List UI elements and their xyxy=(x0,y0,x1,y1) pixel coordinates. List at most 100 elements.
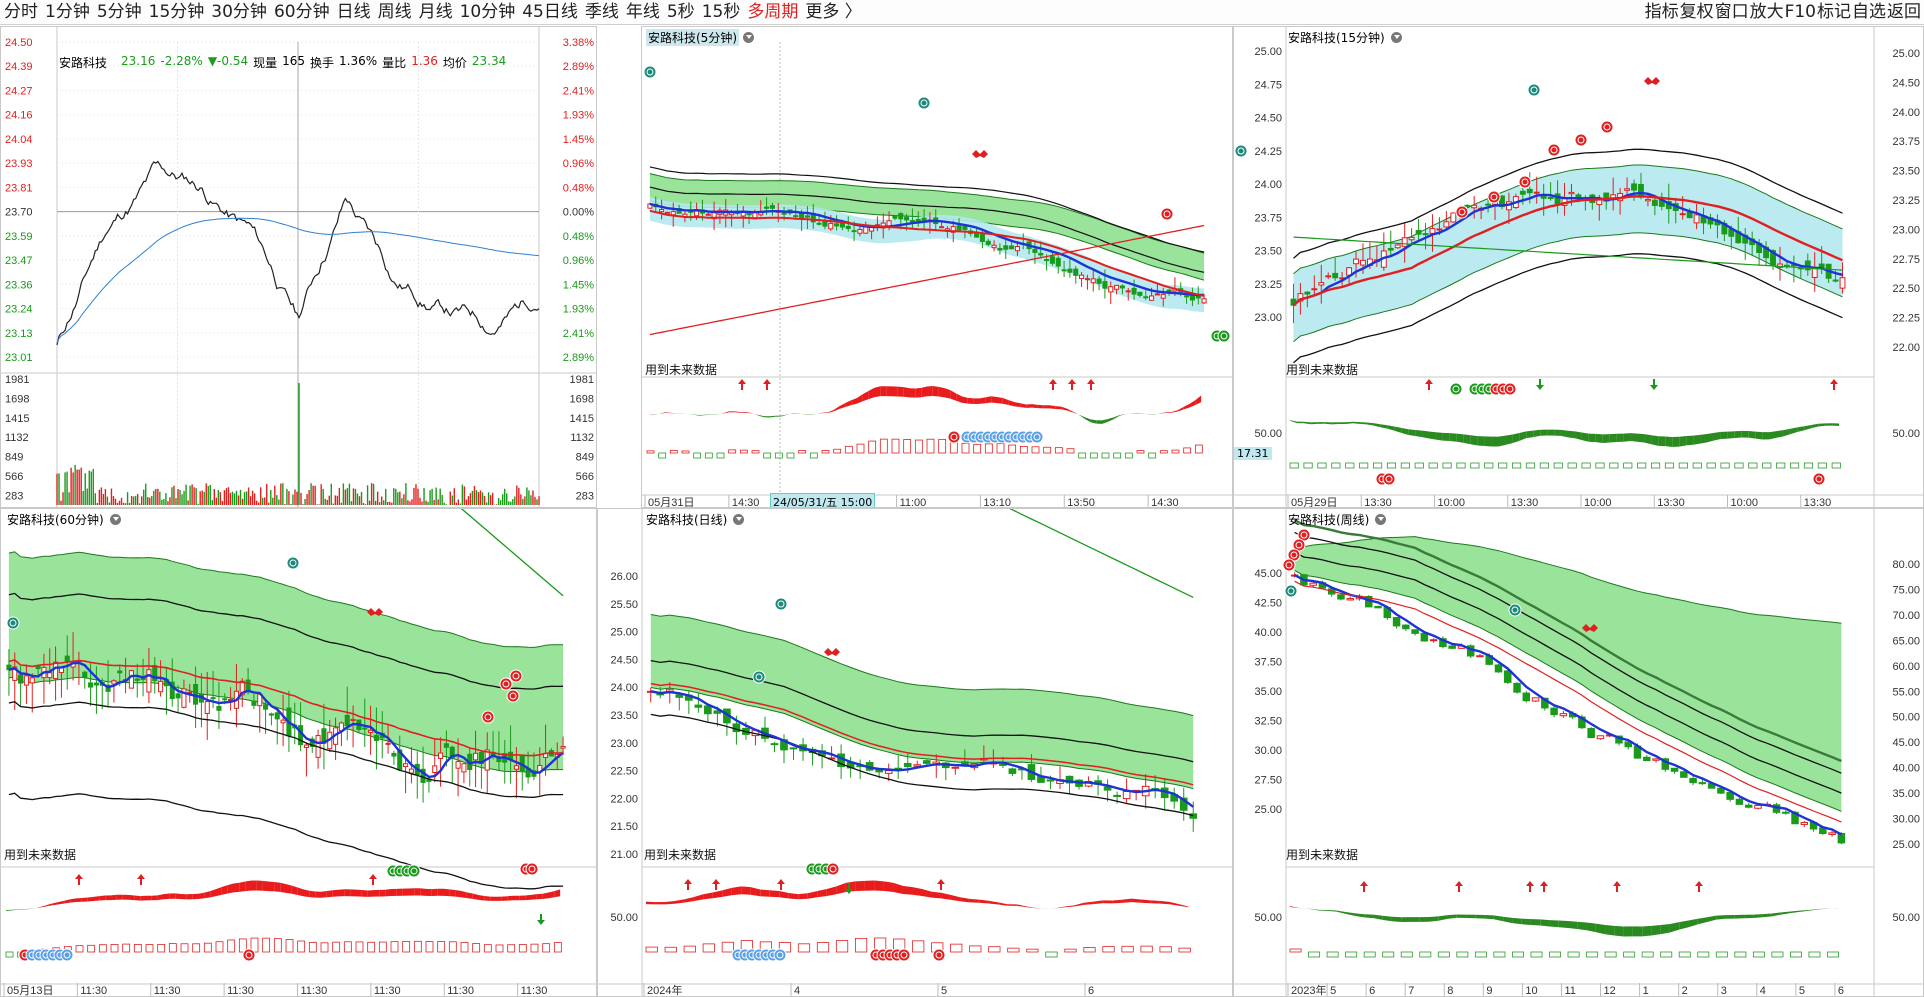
dropdown-caret-icon[interactable] xyxy=(733,514,745,525)
indicator-ribbon xyxy=(664,412,671,414)
kline-weekly-panel[interactable]: 安路科技(周线) 用到未来数据 45.00 42.50 40.00 37.50 35.0… xyxy=(1233,508,1924,997)
period-tab-5[interactable]: 60分钟 xyxy=(274,1,330,23)
period-tab-7[interactable]: 周线 xyxy=(378,1,412,23)
indicator-bar xyxy=(1026,948,1039,953)
kline-daily-panel[interactable]: 安路科技(日线) 用到未来数据 26.00 25.50 25.00 24.50 24.0… xyxy=(597,508,1233,997)
percent-tick-label: 2.41% xyxy=(563,85,594,97)
period-tab-10[interactable]: 45日线 xyxy=(522,1,578,23)
indicator-ribbon xyxy=(1026,404,1032,408)
panel-title-5min[interactable]: 安路科技(5分钟) xyxy=(646,29,754,46)
indicator-ribbon xyxy=(1442,432,1450,441)
period-tab-3[interactable]: 15分钟 xyxy=(149,1,205,23)
indicator-ribbon xyxy=(1394,426,1402,433)
panel-title-daily[interactable]: 安路科技(日线) xyxy=(644,511,745,528)
kline-5min-chart[interactable]: 05月31日14:3010:2011:0013:1013:5014:30 xyxy=(642,27,1232,507)
period-tab-15[interactable]: 多周期 xyxy=(747,1,798,23)
indicator-ribbon xyxy=(1776,430,1784,438)
candle xyxy=(1744,803,1753,809)
signal-coin-icon xyxy=(242,948,256,962)
indicator-ribbon xyxy=(973,398,980,404)
indicator-ribbon xyxy=(1364,914,1374,919)
indicator-bar xyxy=(145,944,154,953)
x-axis-label: 3 xyxy=(1721,985,1727,996)
candle-up xyxy=(1408,236,1415,241)
period-tab-8[interactable]: 月线 xyxy=(419,1,453,23)
period-tab-0[interactable]: 分时 xyxy=(4,1,38,23)
period-tab-9[interactable]: 10分钟 xyxy=(460,1,516,23)
period-tab-16[interactable]: 更多 〉 xyxy=(805,1,861,23)
candle-down xyxy=(1631,183,1637,191)
indicator-ribbon xyxy=(420,888,426,896)
price-tick-label: 45.00 xyxy=(1254,568,1282,580)
price-tick-label: 24.00 xyxy=(1254,179,1282,191)
dropdown-caret-icon[interactable] xyxy=(743,32,754,43)
indicator-bar xyxy=(1762,462,1772,469)
kline-60min-panel[interactable]: 安路科技(60分钟) 用到未来数据 05月13日 11:30 11:30 11:30 1… xyxy=(0,508,597,997)
period-tab-6[interactable]: 日线 xyxy=(337,1,371,23)
toolbar-menu-1[interactable]: 复权 xyxy=(1680,1,1714,23)
indicator-ribbon xyxy=(297,887,304,897)
kline-15min-chart[interactable]: 25.00 24.75 24.50 24.25 24.00 23.75 23.50 23.25… xyxy=(1234,27,1923,507)
indicator-bar xyxy=(996,443,1005,454)
kline-15min-panel[interactable]: 安路科技(15分钟) 用到未来数据 17.31 25.00 24.75 24.50 2… xyxy=(1233,26,1924,508)
kline-60min-chart[interactable]: 05月13日 11:30 11:30 11:30 11:30 11:30 11:30 11:3… xyxy=(1,509,596,996)
candle xyxy=(865,759,874,772)
candle-up xyxy=(1149,295,1155,301)
indicator-ribbon xyxy=(652,414,659,416)
indicator-ribbon xyxy=(169,893,176,899)
right-price-tick-label: 22.50 xyxy=(1892,283,1920,295)
intraday-chart-panel[interactable]: 安路科技 23.16 -2.28% ▼-0.54 现量 165 换手 1.36%… xyxy=(0,26,597,508)
kline-daily-chart[interactable]: 26.00 25.50 25.00 24.50 24.00 23.50 23.00 22.50… xyxy=(598,509,1232,996)
indicator-ribbon xyxy=(670,412,677,414)
indicator-bar xyxy=(835,940,849,953)
indicator-ribbon xyxy=(1026,906,1037,909)
indicator-ribbon xyxy=(1799,909,1809,912)
indicator-bar xyxy=(1623,951,1636,958)
toolbar-menu-5[interactable]: 标记 xyxy=(1817,1,1851,23)
indicator-ribbon xyxy=(1797,426,1805,432)
toolbar-menu-4[interactable]: F10 xyxy=(1785,1,1816,23)
toolbar-menu-2[interactable]: 窗口 xyxy=(1715,1,1749,23)
indicator-ribbon xyxy=(1811,423,1819,429)
panel-title-weekly[interactable]: 安路科技(周线) xyxy=(1286,511,1387,528)
kline-5min-panel[interactable]: 安路科技(5分钟) 用到未来数据 24/05/31/五 15:00 05月31日… xyxy=(641,26,1233,508)
dropdown-caret-icon[interactable] xyxy=(1375,514,1387,525)
period-tab-1[interactable]: 1分钟 xyxy=(45,1,90,23)
toolbar-menu-3[interactable]: 放大 xyxy=(1750,1,1784,23)
x-axis-label: 13:50 xyxy=(1067,497,1095,507)
indicator-ribbon xyxy=(1669,922,1680,933)
candle xyxy=(1450,212,1457,223)
price-tick-label: 23.24 xyxy=(5,304,33,316)
toolbar-menu-7[interactable]: 返回 xyxy=(1887,1,1921,23)
candle-up xyxy=(513,765,519,770)
intraday-chart[interactable]: 24.50 3.38% 24.39 2.89% 24.27 2.41% 24.16 1.93%… xyxy=(1,27,596,507)
period-tab-11[interactable]: 季线 xyxy=(585,1,619,23)
dropdown-caret-icon[interactable] xyxy=(109,514,121,525)
period-tab-12[interactable]: 年线 xyxy=(626,1,660,23)
indicator-bar xyxy=(1289,948,1302,953)
period-tab-13[interactable]: 5秒 xyxy=(667,1,695,23)
period-tab-4[interactable]: 30分钟 xyxy=(211,1,267,23)
candle-down xyxy=(443,743,449,748)
indicator-ribbon xyxy=(1195,395,1202,406)
indicator-ribbon xyxy=(734,411,741,413)
period-tab-14[interactable]: 15秒 xyxy=(702,1,741,23)
indicator-ribbon xyxy=(262,880,269,892)
signal-coin-icon xyxy=(1282,558,1296,572)
dropdown-caret-icon[interactable] xyxy=(1390,32,1402,43)
right-price-tick-label: 45.00 xyxy=(1892,737,1920,749)
period-tab-2[interactable]: 5分钟 xyxy=(97,1,142,23)
kline-weekly-chart[interactable]: 45.00 42.50 40.00 37.50 35.00 32.50 30.00 27.50… xyxy=(1234,509,1923,996)
indicator-ribbon xyxy=(822,412,828,414)
indicator-bar xyxy=(1484,462,1494,469)
x-axis-label: 4 xyxy=(794,985,800,996)
candle-down xyxy=(1519,190,1526,195)
toolbar-menu-0[interactable]: 指标 xyxy=(1645,1,1679,23)
panel-title-15min[interactable]: 安路科技(15分钟) xyxy=(1286,29,1402,46)
candle-down xyxy=(956,225,962,231)
indicator-bar xyxy=(1178,947,1191,953)
toolbar-menu-6[interactable]: 自选 xyxy=(1852,1,1886,23)
panel-title-60min[interactable]: 安路科技(60分钟) xyxy=(5,511,121,528)
indicator-ribbon xyxy=(1002,398,1009,406)
candle xyxy=(770,741,779,753)
